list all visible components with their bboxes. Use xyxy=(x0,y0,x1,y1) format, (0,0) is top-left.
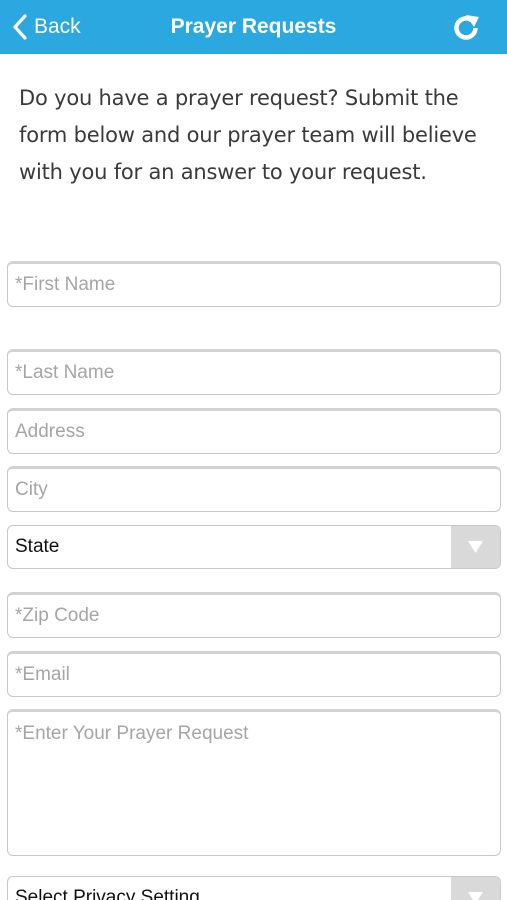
city-field[interactable] xyxy=(7,466,501,512)
triangle-down-icon xyxy=(468,541,483,553)
zip-code-field[interactable] xyxy=(7,592,501,638)
nav-bar: Back Prayer Requests xyxy=(0,0,507,54)
prayer-request-field[interactable] xyxy=(7,709,501,856)
state-select-value: State xyxy=(15,536,60,557)
state-select[interactable]: State xyxy=(7,525,501,569)
privacy-select-toggle[interactable] xyxy=(451,877,500,900)
back-label: Back xyxy=(34,15,81,38)
state-select-toggle[interactable] xyxy=(451,526,500,568)
refresh-button[interactable] xyxy=(449,11,483,45)
last-name-field[interactable] xyxy=(7,349,501,395)
privacy-select[interactable]: Select Privacy Setting xyxy=(7,876,501,900)
email-field[interactable] xyxy=(7,651,501,697)
back-button[interactable]: Back xyxy=(12,0,81,54)
triangle-down-icon xyxy=(468,892,483,900)
privacy-select-value: Select Privacy Setting xyxy=(15,887,200,900)
refresh-icon xyxy=(449,11,483,45)
chevron-left-icon xyxy=(12,14,28,40)
address-field[interactable] xyxy=(7,408,501,454)
intro-text: Do you have a prayer request? Submit the… xyxy=(19,86,477,184)
prayer-requests-screen: Back Prayer Requests Do you have a praye… xyxy=(0,0,507,900)
first-name-field[interactable] xyxy=(7,261,501,307)
